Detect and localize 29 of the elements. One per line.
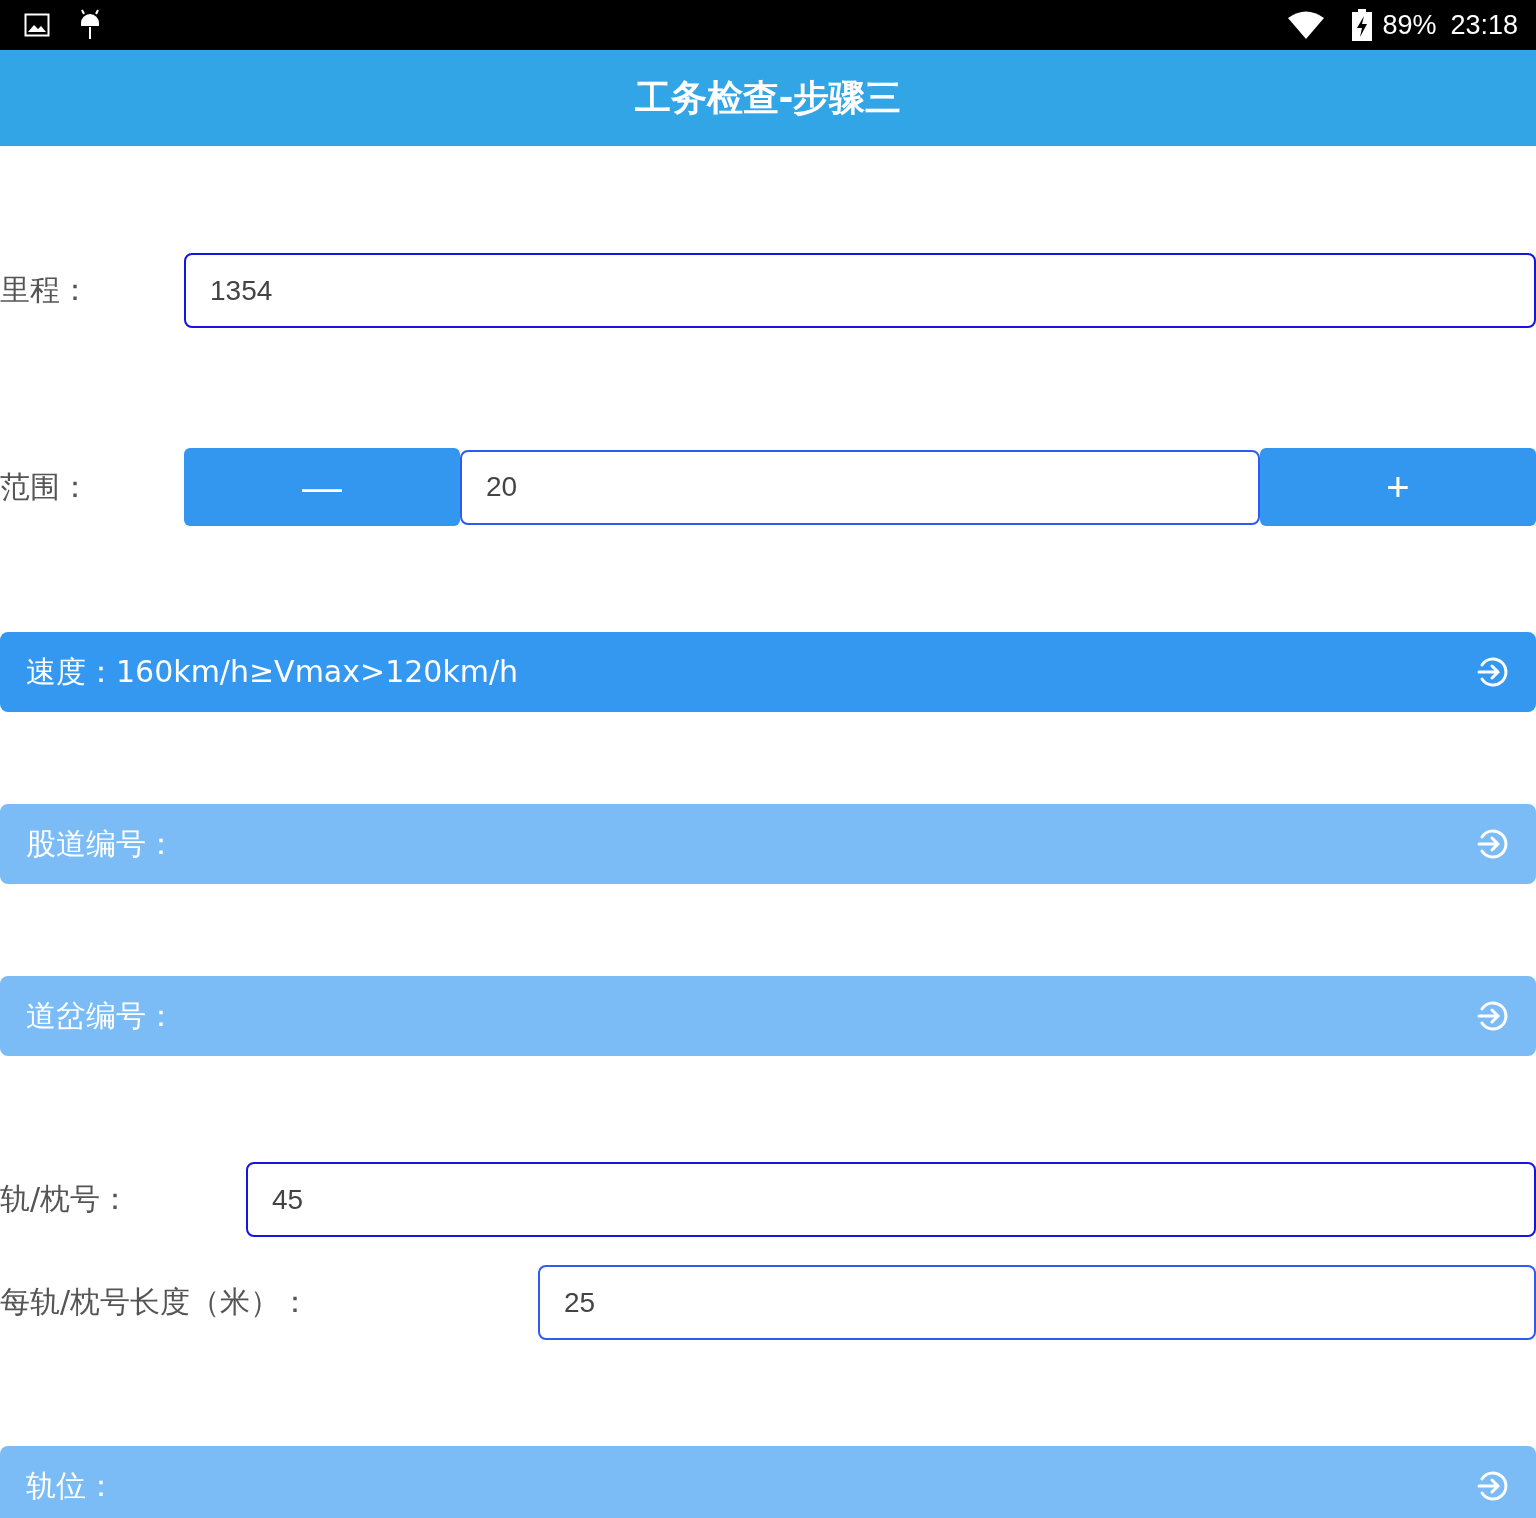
selector-bar[interactable]: 速度：160km/h≥Vmax>120km/h [0, 632, 1536, 712]
number-input[interactable]: 45 [246, 1162, 1536, 1237]
increase-button[interactable]: + [1260, 448, 1536, 526]
android-icon [78, 9, 102, 41]
selector-label: 股道编号： [26, 824, 176, 863]
arrow-circle-icon [1476, 1469, 1510, 1503]
selector-label: 轨位： [26, 1466, 116, 1505]
battery-icon [1352, 9, 1373, 41]
arrow-circle-icon [1476, 655, 1510, 689]
range-input[interactable]: 20 [460, 449, 1260, 525]
battery-level: 89% [1382, 9, 1437, 41]
selector-bar[interactable]: 股道编号： [0, 804, 1536, 884]
field-label: 轨/枕号： [0, 1180, 132, 1218]
selector-bar[interactable]: 道岔编号： [0, 976, 1536, 1056]
image-icon [24, 13, 50, 37]
decrease-button[interactable]: — [184, 448, 460, 526]
field-label: 里程： [0, 271, 91, 309]
field-label: 范围： [0, 467, 91, 506]
selector-label: 速度：160km/h≥Vmax>120km/h [26, 652, 519, 691]
field-label: 每轨/枕号长度（米）： [0, 1283, 312, 1321]
clock: 23:18 [1450, 9, 1518, 41]
selector-label: 道岔编号： [26, 996, 176, 1035]
mileage-input[interactable]: 1354 [184, 253, 1536, 328]
page-title: 工务检查-步骤三 [634, 75, 902, 120]
number-input[interactable]: 25 [538, 1265, 1536, 1340]
wifi-icon [1288, 11, 1325, 39]
arrow-circle-icon [1476, 827, 1510, 861]
arrow-circle-icon [1476, 999, 1510, 1033]
selector-bar[interactable]: 轨位： [0, 1446, 1536, 1518]
